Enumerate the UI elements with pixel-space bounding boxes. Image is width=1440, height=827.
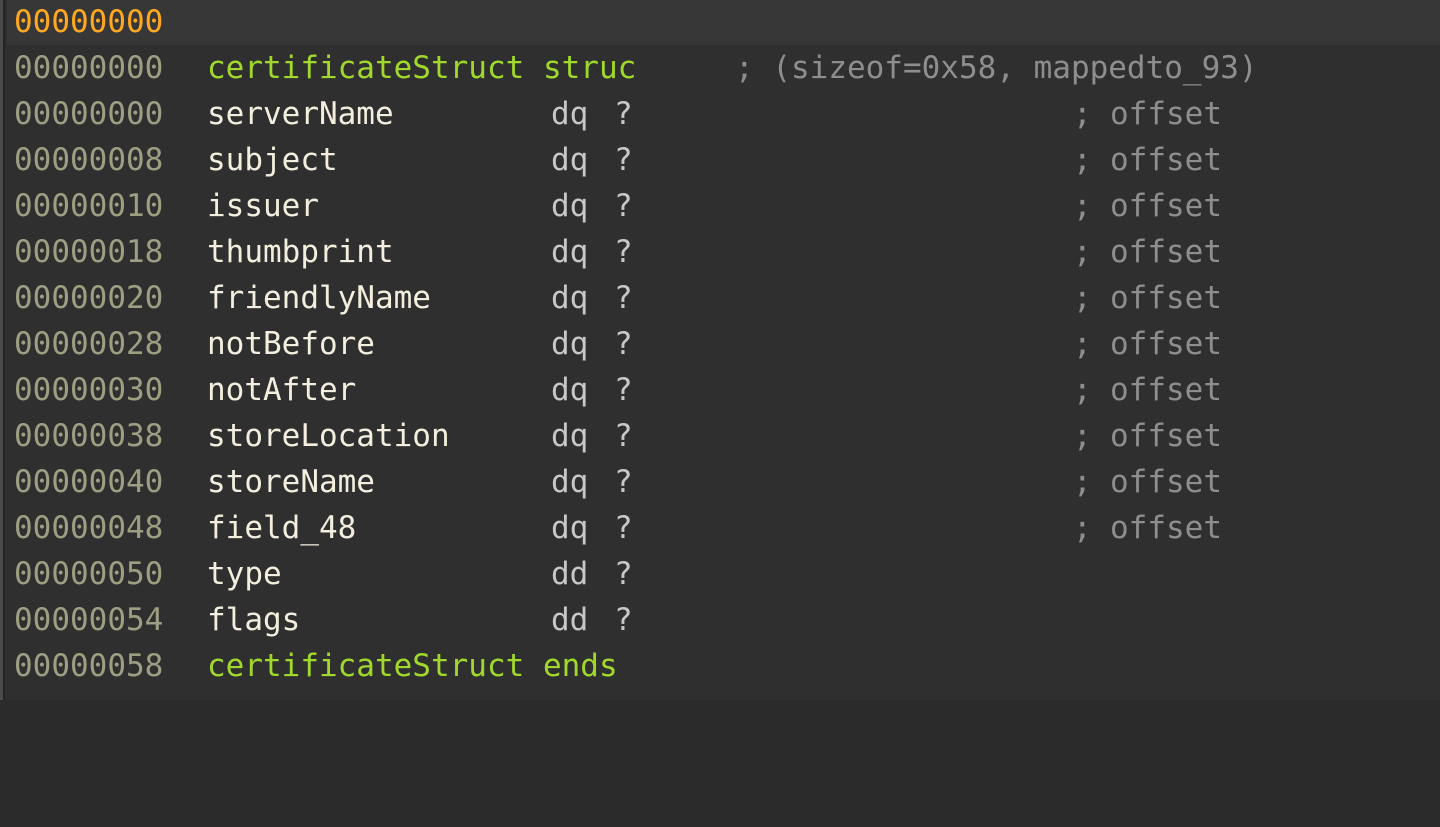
member-value: ? (614, 280, 633, 316)
member-data-type[interactable]: dq (551, 137, 588, 183)
struct-member-row[interactable]: 00000010 issuer dq?; offset (7, 183, 1440, 229)
member-name[interactable]: notAfter (207, 367, 356, 413)
member-comment[interactable]: offset (1110, 91, 1222, 137)
member-value: ? (614, 372, 633, 408)
struct-close-declaration[interactable]: certificateStruct ends (207, 643, 618, 689)
member-data-type[interactable]: dq (551, 413, 588, 459)
member-data-type[interactable]: dq (551, 183, 588, 229)
member-value: ? (614, 418, 633, 454)
member-address: 00000028 (14, 326, 164, 362)
structures-view[interactable]: 00000000 00000000 certificateStruct stru… (0, 0, 1440, 700)
current-address-line[interactable]: 00000000 (7, 0, 1440, 45)
struct-member-row[interactable]: 00000000 serverName dq?; offset (7, 91, 1440, 137)
struct-member-rows: 00000000 serverName dq?; offset 00000008 subj… (7, 91, 1440, 643)
struct-name-close: certificateStruct (207, 648, 525, 684)
member-comment-marker: ; (1073, 326, 1092, 362)
member-name[interactable]: flags (207, 597, 300, 643)
struct-member-row[interactable]: 00000018 thumbprint dq?; offset (7, 229, 1440, 275)
struct-member-row[interactable]: 00000030 notAfter dq?; offset (7, 367, 1440, 413)
member-address: 00000054 (14, 602, 164, 638)
member-name[interactable]: storeName (207, 459, 375, 505)
member-comment[interactable]: offset (1110, 137, 1222, 183)
member-data-type[interactable]: dq (551, 321, 588, 367)
member-data-type[interactable]: dq (551, 229, 588, 275)
struct-member-row[interactable]: 00000050 type dd? (7, 551, 1440, 597)
member-address: 00000040 (14, 464, 164, 500)
member-address: 00000030 (14, 372, 164, 408)
struct-keyword-struc: struc (542, 50, 637, 86)
member-comment[interactable]: offset (1110, 229, 1222, 275)
member-comment-marker: ; (1073, 188, 1092, 224)
member-comment-marker: ; (1073, 372, 1092, 408)
member-value: ? (614, 510, 633, 546)
member-comment[interactable]: offset (1110, 183, 1222, 229)
member-comment[interactable]: offset (1110, 367, 1222, 413)
member-name[interactable]: serverName (207, 91, 394, 137)
member-name[interactable]: field_48 (207, 505, 356, 551)
member-comment-marker: ; (1073, 96, 1092, 132)
struct-member-row[interactable]: 00000028 notBefore dq?; offset (7, 321, 1440, 367)
member-address: 00000038 (14, 418, 164, 454)
member-address: 00000008 (14, 142, 164, 178)
struct-name-open: certificateStruct (207, 50, 525, 86)
member-comment[interactable]: offset (1110, 275, 1222, 321)
member-value: ? (614, 142, 633, 178)
member-comment-marker: ; (1073, 464, 1092, 500)
member-value: ? (614, 188, 633, 224)
left-gutter-strip (0, 0, 5, 700)
member-data-type[interactable]: dq (551, 459, 588, 505)
struct-member-row[interactable]: 00000048 field_48 dq?; offset (7, 505, 1440, 551)
current-address-label: 00000000 (14, 4, 164, 40)
member-comment[interactable]: offset (1110, 413, 1222, 459)
struct-close-line[interactable]: 00000058 certificateStruct ends (7, 643, 1440, 689)
member-comment-marker: ; (1073, 510, 1092, 546)
struct-open-declaration[interactable]: certificateStruct struc (207, 45, 636, 91)
member-comment[interactable]: offset (1110, 321, 1222, 367)
member-data-type[interactable]: dd (551, 597, 588, 643)
member-address: 00000020 (14, 280, 164, 316)
member-comment-marker: ; (1073, 234, 1092, 270)
member-value: ? (614, 602, 633, 638)
member-value: ? (614, 464, 633, 500)
member-name[interactable]: friendlyName (207, 275, 431, 321)
member-comment-marker: ; (1073, 142, 1092, 178)
member-address: 00000000 (14, 96, 164, 132)
member-value: ? (614, 96, 633, 132)
member-name[interactable]: issuer (207, 183, 319, 229)
member-comment-marker: ; (1073, 280, 1092, 316)
struct-member-row[interactable]: 00000054 flags dd? (7, 597, 1440, 643)
member-name[interactable]: thumbprint (207, 229, 394, 275)
member-data-type[interactable]: dq (551, 367, 588, 413)
struct-close-address: 00000058 (14, 648, 164, 684)
struct-member-row[interactable]: 00000038 storeLocation dq?; offset (7, 413, 1440, 459)
member-data-type[interactable]: dd (551, 551, 588, 597)
struct-member-row[interactable]: 00000008 subject dq?; offset (7, 137, 1440, 183)
struct-line-list[interactable]: 00000000 00000000 certificateStruct stru… (7, 0, 1440, 700)
member-address: 00000018 (14, 234, 164, 270)
member-comment[interactable]: offset (1110, 459, 1222, 505)
member-comment-marker: ; (1073, 418, 1092, 454)
member-address: 00000048 (14, 510, 164, 546)
struct-declaration-comment: ; (sizeof=0x58, mappedto_93) (735, 50, 1258, 86)
struct-member-row[interactable]: 00000040 storeName dq?; offset (7, 459, 1440, 505)
struct-keyword-ends: ends (542, 648, 618, 684)
member-name[interactable]: storeLocation (207, 413, 450, 459)
member-value: ? (614, 556, 633, 592)
member-name[interactable]: subject (207, 137, 338, 183)
member-data-type[interactable]: dq (551, 275, 588, 321)
member-data-type[interactable]: dq (551, 91, 588, 137)
struct-open-line[interactable]: 00000000 certificateStruct struc ; (size… (7, 45, 1440, 91)
member-address: 00000050 (14, 556, 164, 592)
member-address: 00000010 (14, 188, 164, 224)
member-value: ? (614, 326, 633, 362)
member-name[interactable]: type (207, 551, 282, 597)
struct-open-address: 00000000 (14, 50, 164, 86)
struct-member-row[interactable]: 00000020 friendlyName dq?; offset (7, 275, 1440, 321)
member-data-type[interactable]: dq (551, 505, 588, 551)
member-value: ? (614, 234, 633, 270)
member-name[interactable]: notBefore (207, 321, 375, 367)
member-comment[interactable]: offset (1110, 505, 1222, 551)
